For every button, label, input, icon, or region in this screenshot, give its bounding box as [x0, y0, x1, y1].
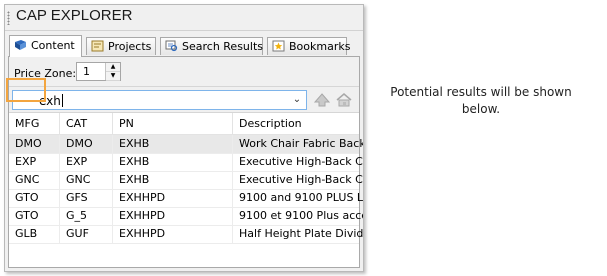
content-tab-body: Price Zone: 1 ▲ ▼ exh ⌄ MFG CAT PN Descr… [8, 56, 363, 268]
search-row: exh ⌄ [9, 86, 359, 113]
grid-header: MFG CAT PN Description [9, 113, 359, 135]
column-header-mfg[interactable]: MFG [9, 113, 60, 134]
cell-pn: EXHHPD [113, 189, 233, 207]
tab-search-results-label: Search Results [182, 40, 264, 53]
cell-description: Executive High-Back Chair [239, 173, 363, 186]
cell-mfg: DMO [9, 135, 60, 153]
cell-mfg: GTO [9, 207, 60, 225]
cell-description: 9100 and 9100 PLUS LATE [239, 191, 364, 204]
cell-description: Half Height Plate Dividers, [239, 227, 364, 240]
price-zone-label: Price Zone: [14, 67, 77, 80]
tab-projects-label: Projects [108, 40, 152, 53]
price-zone-value[interactable]: 1 [83, 65, 90, 78]
book-icon [14, 38, 27, 50]
column-header-cat[interactable]: CAT [60, 113, 113, 134]
cell-pn: EXHB [113, 171, 233, 189]
cap-explorer-panel: CAP EXPLORER Content Projects Search Res… [4, 4, 364, 272]
tab-search-results[interactable]: Search Results [160, 37, 263, 55]
home-icon[interactable] [335, 91, 353, 109]
bookmark-star-icon [272, 40, 285, 52]
results-grid: MFG CAT PN Description DMO DMO EXHB Work… [9, 112, 363, 267]
spin-down-icon[interactable]: ▼ [106, 72, 120, 81]
cell-cat: GFS [60, 189, 113, 207]
title-divider [5, 30, 363, 31]
cell-cat: GUF [60, 225, 113, 243]
table-row[interactable]: GNC GNC EXHB Executive High-Back Chair [9, 171, 363, 190]
cell-pn: EXHB [113, 135, 233, 153]
cell-description: Executive High-Back Chair [239, 155, 363, 168]
price-zone-stepper[interactable]: 1 ▲ ▼ [76, 62, 121, 81]
tab-bookmarks[interactable]: Bookmarks [267, 37, 351, 55]
annotation-note: Potential results will be shown below. [390, 85, 572, 116]
table-row[interactable]: DMO DMO EXHB Work Chair Fabric Back Fixe… [9, 135, 363, 154]
up-arrow-icon[interactable] [313, 91, 331, 109]
cell-pn: EXHHPD [113, 225, 233, 243]
cell-cat: DMO [60, 135, 113, 153]
cell-cat: G_5 [60, 207, 113, 225]
price-zone-spin: ▲ ▼ [105, 63, 120, 81]
cell-description: Work Chair Fabric Back Fixed [239, 137, 364, 150]
cell-mfg: GLB [9, 225, 60, 243]
panel-title: CAP EXPLORER [16, 7, 133, 24]
cell-pn: EXHHPD [113, 207, 233, 225]
tab-bookmarks-label: Bookmarks [289, 40, 351, 53]
table-row[interactable]: EXP EXP EXHB Executive High-Back Chair [9, 153, 363, 172]
table-row[interactable]: GLB GUF EXHHPD Half Height Plate Divider… [9, 225, 363, 244]
tab-content[interactable]: Content [9, 35, 82, 57]
column-header-pn[interactable]: PN [113, 113, 233, 134]
column-header-description[interactable]: Description [233, 113, 363, 134]
search-query: exh [39, 94, 61, 108]
chevron-down-icon[interactable]: ⌄ [291, 93, 303, 107]
cell-mfg: GNC [9, 171, 60, 189]
cell-mfg: GTO [9, 189, 60, 207]
projects-icon [91, 40, 104, 52]
search-results-icon [165, 40, 178, 52]
table-row[interactable]: GTO GFS EXHHPD 9100 and 9100 PLUS LATE [9, 189, 363, 208]
search-input-value[interactable]: exh [39, 94, 63, 108]
table-row[interactable]: GTO G_5 EXHHPD 9100 et 9100 Plus accesoi… [9, 207, 363, 226]
tab-content-label: Content [31, 39, 75, 52]
cell-pn: EXHB [113, 153, 233, 171]
cell-cat: EXP [60, 153, 113, 171]
tab-projects[interactable]: Projects [86, 37, 156, 55]
panel-grip-handle[interactable] [7, 11, 10, 25]
cell-description: 9100 et 9100 Plus accesoir [239, 209, 363, 222]
spin-up-icon[interactable]: ▲ [106, 63, 120, 72]
cell-cat: GNC [60, 171, 113, 189]
text-cursor [61, 94, 63, 107]
cell-mfg: EXP [9, 153, 60, 171]
search-input[interactable]: exh ⌄ [12, 90, 307, 110]
